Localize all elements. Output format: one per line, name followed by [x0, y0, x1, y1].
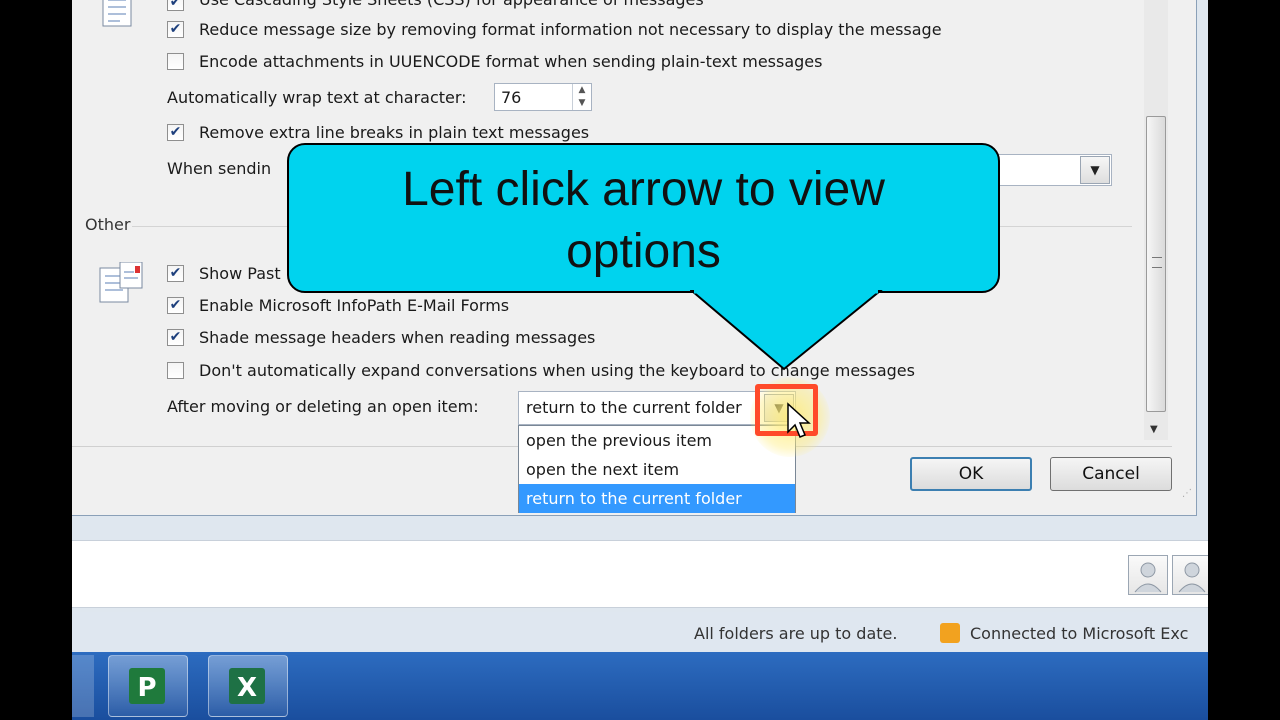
callout-pointer [690, 289, 883, 371]
show-paste-label: Show Past [199, 264, 281, 283]
status-bar: All folders are up to date. Connected to… [72, 612, 1208, 652]
remove-line-breaks-checkbox[interactable]: ✔ [167, 124, 184, 141]
tutorial-callout: Left click arrow to view options [287, 143, 1000, 293]
scrollbar-thumb[interactable] [1146, 116, 1166, 412]
grip-icon [1152, 257, 1162, 268]
dropdown-option-next[interactable]: open the next item [519, 455, 795, 484]
contact-avatar-icon[interactable] [1128, 555, 1168, 595]
taskbar-excel-button[interactable]: X [208, 655, 288, 717]
shade-headers-checkbox[interactable]: ✔ [167, 329, 184, 346]
people-pane-strip [72, 540, 1208, 608]
chevron-down-icon[interactable]: ▼ [1080, 156, 1110, 184]
resize-grip-icon[interactable]: ⋰ [1182, 488, 1192, 499]
compose-options-icon [100, 0, 144, 32]
css-checkbox[interactable]: ✔ [167, 0, 184, 11]
taskbar-project-button[interactable]: P [108, 655, 188, 717]
mouse-cursor-icon [786, 402, 812, 444]
when-sending-label: When sendin [167, 159, 272, 178]
callout-line-2: options [566, 225, 721, 278]
wrap-character-spinner[interactable]: 76 ▲ ▼ [494, 83, 592, 111]
contact-avatar-icon[interactable] [1172, 555, 1208, 595]
infopath-label: Enable Microsoft InfoPath E-Mail Forms [199, 296, 510, 315]
after-moving-label: After moving or deleting an open item: [167, 397, 479, 416]
ok-button[interactable]: OK [910, 457, 1032, 491]
svg-text:P: P [137, 673, 156, 703]
sync-status-text: All folders are up to date. [694, 624, 898, 643]
callout-line-1: Left click arrow to view [402, 163, 885, 216]
options-scrollbar[interactable]: ▼ [1144, 0, 1168, 440]
after-moving-value: return to the current folder [526, 398, 742, 417]
other-section-title: Other [85, 215, 131, 234]
shade-headers-label: Shade message headers when reading messa… [199, 328, 596, 347]
reduce-size-checkbox[interactable]: ✔ [167, 21, 184, 38]
uuencode-label: Encode attachments in UUENCODE format wh… [199, 52, 823, 71]
remove-line-breaks-label: Remove extra line breaks in plain text m… [199, 123, 590, 142]
wrap-character-value: 76 [501, 88, 522, 107]
connection-status-text: Connected to Microsoft Exc [970, 624, 1189, 643]
reduce-size-label: Reduce message size by removing format i… [199, 20, 942, 39]
exchange-connection-icon [940, 623, 960, 643]
cancel-button[interactable]: Cancel [1050, 457, 1172, 491]
scroll-down-icon[interactable]: ▼ [1150, 424, 1158, 435]
dropdown-option-current-folder[interactable]: return to the current folder [519, 484, 795, 513]
after-moving-dropdown-list[interactable]: open the previous item open the next ite… [518, 425, 796, 513]
taskbar-edge [72, 655, 94, 717]
screen-area: ✔ Use Cascading Style Sheets (CSS) for a… [72, 0, 1208, 720]
css-option-label: Use Cascading Style Sheets (CSS) for app… [199, 0, 704, 9]
spin-down-icon[interactable]: ▼ [573, 97, 591, 110]
expand-conversations-checkbox[interactable] [167, 362, 184, 379]
infopath-checkbox[interactable]: ✔ [167, 297, 184, 314]
uuencode-checkbox[interactable] [167, 53, 184, 70]
svg-text:X: X [237, 673, 257, 703]
other-options-icon [96, 261, 143, 303]
windows-taskbar: P X [72, 652, 1208, 720]
wrap-text-label: Automatically wrap text at character: [167, 88, 467, 107]
show-paste-checkbox[interactable]: ✔ [167, 265, 184, 282]
spin-up-icon[interactable]: ▲ [573, 84, 591, 97]
